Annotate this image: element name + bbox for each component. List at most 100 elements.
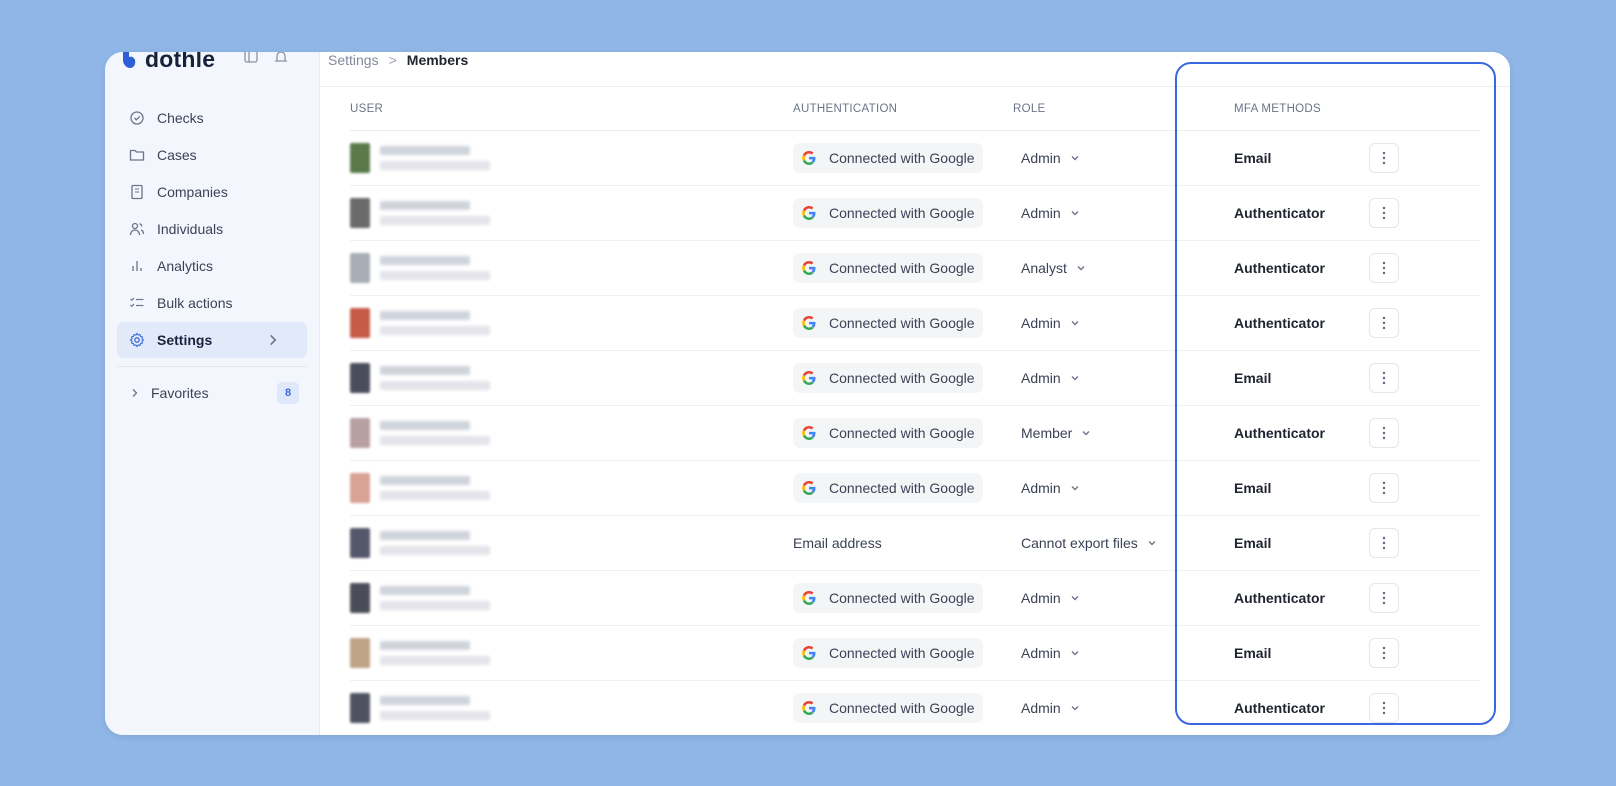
sidebar-item-cases[interactable]: Cases: [117, 137, 307, 173]
user-cell[interactable]: [350, 406, 660, 460]
column-header-authentication: AUTHENTICATION: [793, 103, 898, 115]
avatar: [350, 253, 370, 283]
sidebar-nav: Checks Cases Companies Individuals Analy…: [117, 100, 307, 411]
auth-badge-google: Connected with Google: [793, 308, 983, 338]
sidebar-divider: [117, 366, 307, 367]
role-dropdown[interactable]: Admin: [1021, 461, 1081, 515]
google-icon: [802, 371, 816, 385]
user-cell[interactable]: [350, 626, 660, 680]
role-dropdown[interactable]: Admin: [1021, 681, 1081, 735]
redacted-email: [380, 271, 490, 280]
authentication-cell: Email address: [793, 516, 882, 570]
auth-label: Connected with Google: [829, 700, 975, 716]
dothle-logo-icon: [123, 52, 136, 68]
auth-label: Connected with Google: [829, 205, 975, 221]
role-dropdown[interactable]: Admin: [1021, 296, 1081, 350]
user-cell[interactable]: [350, 516, 660, 570]
redacted-name: [380, 696, 470, 705]
chevron-down-icon: [1071, 211, 1079, 216]
user-cell[interactable]: [350, 351, 660, 405]
user-cell[interactable]: [350, 296, 660, 350]
user-cell[interactable]: [350, 461, 660, 515]
sidebar-item-individuals[interactable]: Individuals: [117, 211, 307, 247]
checklist-icon: [130, 297, 144, 308]
role-dropdown[interactable]: Admin: [1021, 571, 1081, 625]
role-label: Admin: [1021, 150, 1061, 166]
redacted-name: [380, 256, 470, 265]
role-dropdown[interactable]: Admin: [1021, 351, 1081, 405]
auth-badge-google: Connected with Google: [793, 253, 983, 283]
role-label: Cannot export files: [1021, 535, 1138, 551]
user-cell[interactable]: [350, 571, 660, 625]
role-label: Member: [1021, 425, 1073, 441]
redacted-name: [380, 531, 470, 540]
authentication-cell: Connected with Google: [793, 241, 983, 295]
redacted-email: [380, 216, 490, 225]
chevron-down-icon: [1077, 266, 1085, 271]
sidebar-item-analytics[interactable]: Analytics: [117, 248, 307, 284]
chevron-right-icon: [270, 334, 277, 346]
avatar: [350, 143, 370, 173]
sidebar-item-label: Settings: [157, 332, 213, 348]
gear-icon: [129, 332, 145, 348]
user-info-redacted: [380, 641, 490, 665]
role-dropdown[interactable]: Admin: [1021, 186, 1081, 240]
redacted-email: [380, 601, 490, 610]
auth-label: Connected with Google: [829, 425, 975, 441]
user-cell[interactable]: [350, 241, 660, 295]
brand[interactable]: dothle: [119, 52, 215, 74]
role-dropdown[interactable]: Member: [1021, 406, 1092, 460]
redacted-name: [380, 476, 470, 485]
user-info-redacted: [380, 366, 490, 390]
role-dropdown[interactable]: Admin: [1021, 626, 1081, 680]
auth-label: Connected with Google: [829, 260, 975, 276]
user-info-redacted: [380, 586, 490, 610]
column-header-user: USER: [350, 103, 384, 115]
redacted-name: [380, 641, 470, 650]
role-label: Admin: [1021, 480, 1061, 496]
role-dropdown[interactable]: Analyst: [1021, 241, 1087, 295]
auth-label: Connected with Google: [829, 590, 975, 606]
sidebar-item-checks[interactable]: Checks: [117, 100, 307, 136]
avatar: [350, 363, 370, 393]
role-label: Admin: [1021, 370, 1061, 386]
google-icon: [802, 701, 816, 715]
auth-badge-google: Connected with Google: [793, 418, 983, 448]
user-info-redacted: [380, 421, 490, 445]
sidebar-item-label: Analytics: [157, 258, 214, 274]
user-info-redacted: [380, 201, 490, 225]
user-info-redacted: [380, 146, 490, 170]
redacted-email: [380, 711, 490, 720]
sidebar-favorites[interactable]: Favorites 8: [117, 375, 307, 411]
google-icon: [802, 426, 816, 440]
role-label: Analyst: [1021, 260, 1067, 276]
google-icon: [802, 151, 816, 165]
avatar: [350, 693, 370, 723]
sidebar-item-companies[interactable]: Companies: [117, 174, 307, 210]
column-header-role: ROLE: [1013, 103, 1046, 115]
auth-badge-google: Connected with Google: [793, 473, 983, 503]
redacted-email: [380, 381, 490, 390]
authentication-cell: Connected with Google: [793, 571, 983, 625]
sidebar-item-label: Individuals: [157, 221, 224, 237]
redacted-name: [380, 586, 470, 595]
chevron-down-icon: [1082, 431, 1090, 436]
sidebar-item-bulk-actions[interactable]: Bulk actions: [117, 285, 307, 321]
user-info-redacted: [380, 531, 490, 555]
breadcrumb-current: Members: [406, 52, 469, 68]
brand-name: dothle: [145, 52, 216, 72]
redacted-email: [380, 436, 490, 445]
user-cell[interactable]: [350, 131, 660, 185]
user-cell[interactable]: [350, 186, 660, 240]
role-dropdown[interactable]: Admin: [1021, 131, 1081, 185]
role-dropdown[interactable]: Cannot export files: [1021, 516, 1158, 570]
sidebar-toggle-icon[interactable]: [243, 52, 259, 66]
sidebar-item-settings[interactable]: Settings: [117, 322, 307, 358]
authentication-cell: Connected with Google: [793, 296, 983, 350]
sidebar-item-label: Checks: [157, 110, 204, 126]
breadcrumb-separator: >: [388, 52, 397, 68]
breadcrumb-settings-link[interactable]: Settings: [328, 52, 379, 68]
bell-icon[interactable]: [273, 52, 289, 66]
user-cell[interactable]: [350, 681, 660, 735]
auth-label: Email address: [793, 535, 882, 551]
